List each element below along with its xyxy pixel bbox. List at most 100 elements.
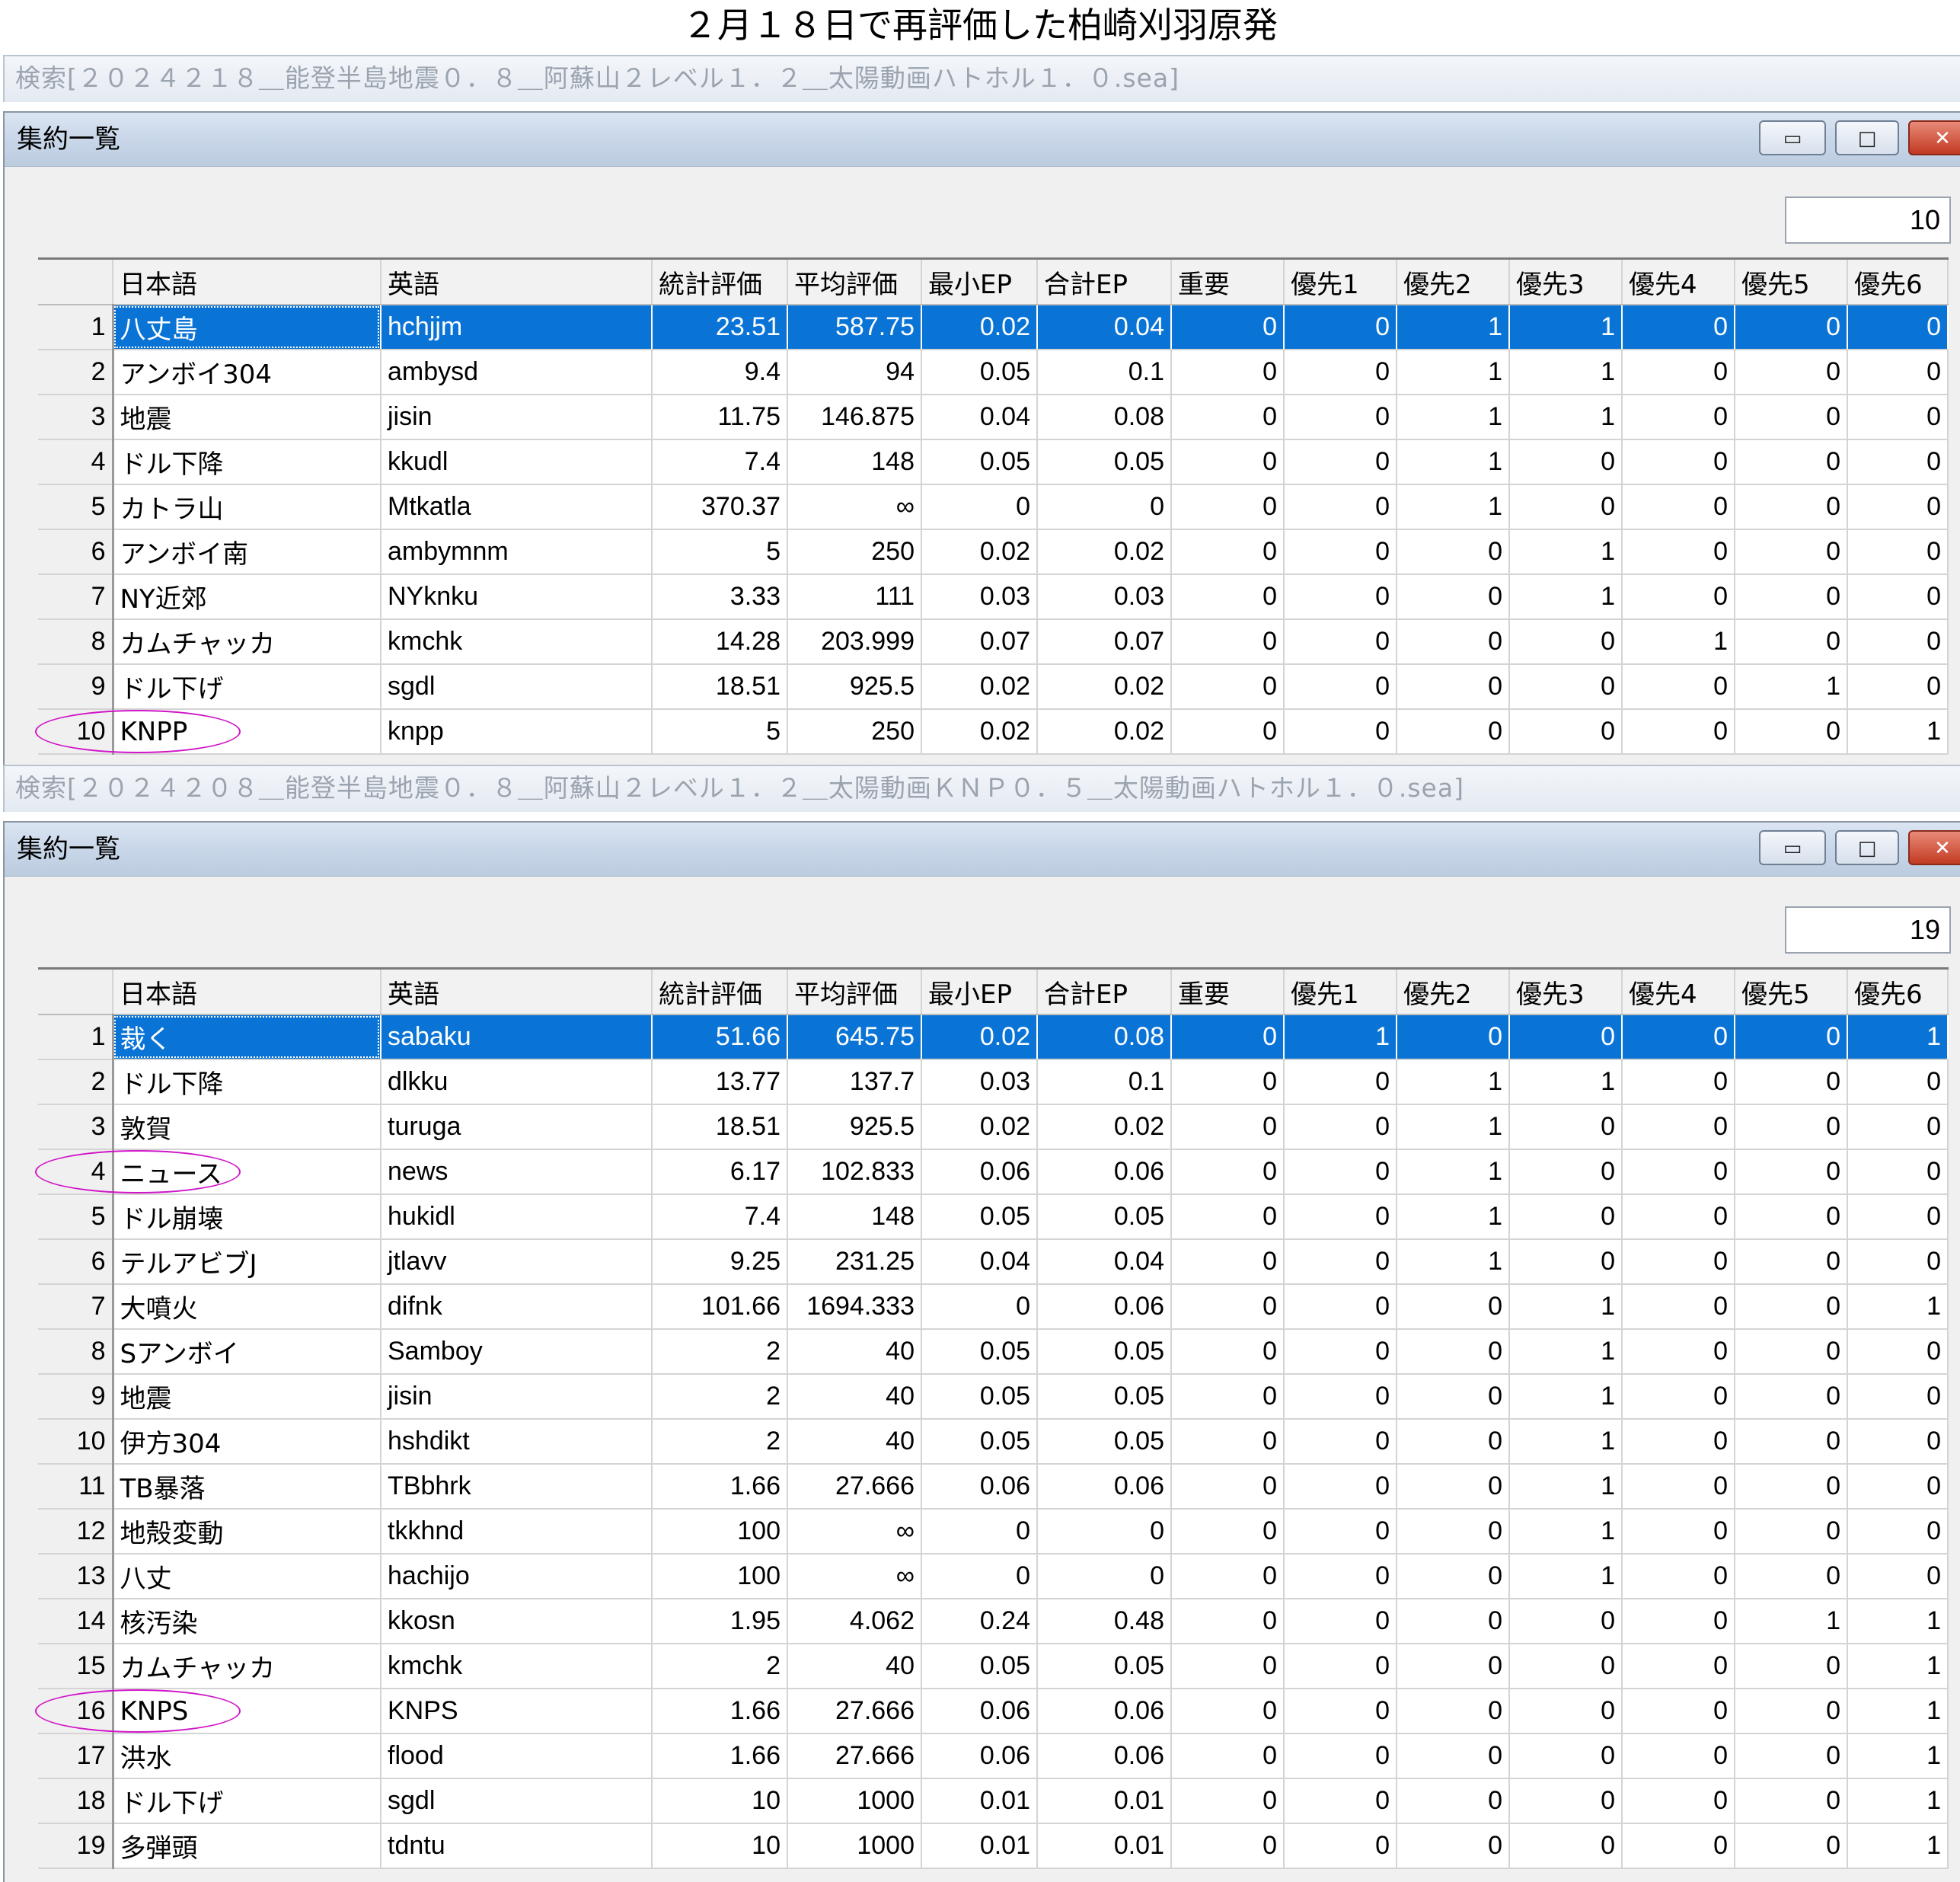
cell-english[interactable]: kmchk xyxy=(381,1644,653,1689)
table-row[interactable]: 5 カトラ山 Mtkatla 370.37 ∞ 0 0 0 0 1 0 0 0 0 xyxy=(38,484,1949,530)
cell-total-ep[interactable]: 0.05 xyxy=(1037,1194,1172,1240)
cell-priority-3[interactable]: 0 xyxy=(1509,1194,1623,1240)
count-field[interactable]: 19 xyxy=(1785,906,1951,954)
cell-priority-6[interactable]: 0 xyxy=(1847,1329,1949,1375)
cell-priority-1[interactable]: 0 xyxy=(1284,1554,1397,1599)
cell-total-ep[interactable]: 0.06 xyxy=(1037,1284,1172,1330)
cell-english[interactable]: kkosn xyxy=(381,1599,653,1644)
cell-important[interactable]: 0 xyxy=(1171,395,1285,440)
cell-total-ep[interactable]: 0.02 xyxy=(1037,1104,1172,1150)
cell-important[interactable]: 0 xyxy=(1171,305,1285,350)
cell-avg-score[interactable]: 587.75 xyxy=(787,305,922,350)
cell-priority-1[interactable]: 0 xyxy=(1284,1059,1397,1105)
cell-priority-6[interactable]: 1 xyxy=(1847,1014,1949,1060)
cell-priority-2[interactable]: 0 xyxy=(1397,1554,1510,1599)
cell-priority-3[interactable]: 0 xyxy=(1509,1014,1623,1060)
cell-important[interactable]: 0 xyxy=(1171,1509,1285,1554)
cell-priority-5[interactable]: 0 xyxy=(1735,1194,1848,1240)
cell-priority-1[interactable]: 0 xyxy=(1284,1733,1397,1779)
cell-min-ep[interactable]: 0.06 xyxy=(921,1689,1038,1734)
cell-japanese[interactable]: KNPS xyxy=(113,1689,381,1734)
cell-priority-1[interactable]: 0 xyxy=(1284,350,1397,395)
cell-important[interactable]: 0 xyxy=(1171,619,1285,665)
cell-priority-4[interactable]: 0 xyxy=(1622,1554,1735,1599)
cell-min-ep[interactable]: 0.05 xyxy=(921,439,1038,485)
cell-priority-4[interactable]: 0 xyxy=(1622,1823,1735,1869)
cell-important[interactable]: 0 xyxy=(1171,529,1285,575)
cell-stat-score[interactable]: 51.66 xyxy=(652,1014,788,1060)
cell-priority-6[interactable]: 0 xyxy=(1847,664,1949,710)
cell-priority-2[interactable]: 1 xyxy=(1397,439,1510,485)
cell-stat-score[interactable]: 5 xyxy=(652,709,788,755)
cell-priority-5[interactable]: 1 xyxy=(1735,664,1848,710)
cell-avg-score[interactable]: 27.666 xyxy=(787,1733,922,1779)
cell-priority-5[interactable]: 0 xyxy=(1735,350,1848,395)
column-header-english[interactable]: 英語 xyxy=(381,967,653,1015)
cell-priority-4[interactable]: 0 xyxy=(1622,1059,1735,1105)
cell-priority-1[interactable]: 1 xyxy=(1284,1014,1397,1060)
cell-total-ep[interactable]: 0.06 xyxy=(1037,1149,1172,1195)
cell-avg-score[interactable]: ∞ xyxy=(787,484,922,530)
cell-japanese[interactable]: ドル下げ xyxy=(113,1778,381,1824)
cell-priority-3[interactable]: 1 xyxy=(1509,1374,1623,1420)
cell-priority-3[interactable]: 0 xyxy=(1509,484,1623,530)
cell-priority-3[interactable]: 1 xyxy=(1509,350,1623,395)
cell-stat-score[interactable]: 2 xyxy=(652,1329,788,1375)
cell-total-ep[interactable]: 0.01 xyxy=(1037,1823,1172,1869)
cell-priority-1[interactable]: 0 xyxy=(1284,1374,1397,1420)
cell-priority-4[interactable]: 0 xyxy=(1622,1599,1735,1644)
cell-min-ep[interactable]: 0.02 xyxy=(921,664,1038,710)
cell-japanese[interactable]: アンボイ304 xyxy=(113,350,381,395)
cell-important[interactable]: 0 xyxy=(1171,1104,1285,1150)
cell-english[interactable]: jisin xyxy=(381,395,653,440)
cell-total-ep[interactable]: 0.01 xyxy=(1037,1778,1172,1824)
cell-priority-6[interactable]: 1 xyxy=(1847,1284,1949,1330)
cell-japanese[interactable]: 地殻変動 xyxy=(113,1509,381,1554)
cell-priority-4[interactable]: 0 xyxy=(1622,1329,1735,1375)
cell-min-ep[interactable]: 0.06 xyxy=(921,1464,1038,1510)
cell-priority-4[interactable]: 0 xyxy=(1622,395,1735,440)
cell-priority-4[interactable]: 0 xyxy=(1622,709,1735,755)
cell-stat-score[interactable]: 13.77 xyxy=(652,1059,788,1105)
table-row[interactable]: 15 カムチャッカ kmchk 2 40 0.05 0.05 0 0 0 0 0 0 1 xyxy=(38,1644,1949,1689)
cell-priority-1[interactable]: 0 xyxy=(1284,1689,1397,1734)
cell-priority-5[interactable]: 0 xyxy=(1735,1554,1848,1599)
cell-priority-5[interactable]: 0 xyxy=(1735,1104,1848,1150)
cell-avg-score[interactable]: 137.7 xyxy=(787,1059,922,1105)
cell-min-ep[interactable]: 0.01 xyxy=(921,1778,1038,1824)
cell-priority-1[interactable]: 0 xyxy=(1284,1104,1397,1150)
cell-priority-2[interactable]: 0 xyxy=(1397,619,1510,665)
table-row[interactable]: 8 カムチャッカ kmchk 14.28 203.999 0.07 0.07 0 0 0 0 1 0 0 xyxy=(38,619,1949,665)
cell-priority-5[interactable]: 0 xyxy=(1735,1689,1848,1734)
column-header-row-number[interactable] xyxy=(38,257,113,305)
cell-english[interactable]: hshdikt xyxy=(381,1419,653,1465)
summary-table[interactable]: 日本語 英語 統計評価 平均評価 最小EP 合計EP 重要 優先1 優先2 優先3 優先4 優先5 優先… xyxy=(38,967,1949,1869)
cell-priority-2[interactable]: 1 xyxy=(1397,350,1510,395)
cell-priority-5[interactable]: 0 xyxy=(1735,439,1848,485)
cell-japanese[interactable]: 地震 xyxy=(113,395,381,440)
cell-min-ep[interactable]: 0 xyxy=(921,1284,1038,1330)
cell-priority-3[interactable]: 1 xyxy=(1509,1419,1623,1465)
table-row[interactable]: 1 八丈島 hchjjm 23.51 587.75 0.02 0.04 0 0 1 1 0 0 0 xyxy=(38,305,1949,350)
cell-stat-score[interactable]: 7.4 xyxy=(652,1194,788,1240)
cell-priority-2[interactable]: 0 xyxy=(1397,1329,1510,1375)
cell-stat-score[interactable]: 100 xyxy=(652,1554,788,1599)
cell-japanese[interactable]: ドル崩壊 xyxy=(113,1194,381,1240)
cell-priority-3[interactable]: 0 xyxy=(1509,1149,1623,1195)
cell-english[interactable]: Samboy xyxy=(381,1329,653,1375)
cell-priority-2[interactable]: 0 xyxy=(1397,1644,1510,1689)
cell-min-ep[interactable]: 0.06 xyxy=(921,1733,1038,1779)
cell-priority-2[interactable]: 0 xyxy=(1397,1419,1510,1465)
count-field[interactable]: 10 xyxy=(1785,197,1951,244)
cell-priority-6[interactable]: 0 xyxy=(1847,1509,1949,1554)
cell-priority-4[interactable]: 0 xyxy=(1622,529,1735,575)
table-row[interactable]: 3 敦賀 turuga 18.51 925.5 0.02 0.02 0 0 1 0 0 0 0 xyxy=(38,1104,1949,1150)
cell-priority-2[interactable]: 0 xyxy=(1397,709,1510,755)
column-header-priority-4[interactable]: 優先4 xyxy=(1622,257,1735,305)
cell-important[interactable]: 0 xyxy=(1171,1059,1285,1105)
cell-english[interactable]: turuga xyxy=(381,1104,653,1150)
cell-priority-6[interactable]: 1 xyxy=(1847,1689,1949,1734)
cell-priority-4[interactable]: 0 xyxy=(1622,1733,1735,1779)
cell-min-ep[interactable]: 0.05 xyxy=(921,1194,1038,1240)
cell-avg-score[interactable]: 40 xyxy=(787,1329,922,1375)
